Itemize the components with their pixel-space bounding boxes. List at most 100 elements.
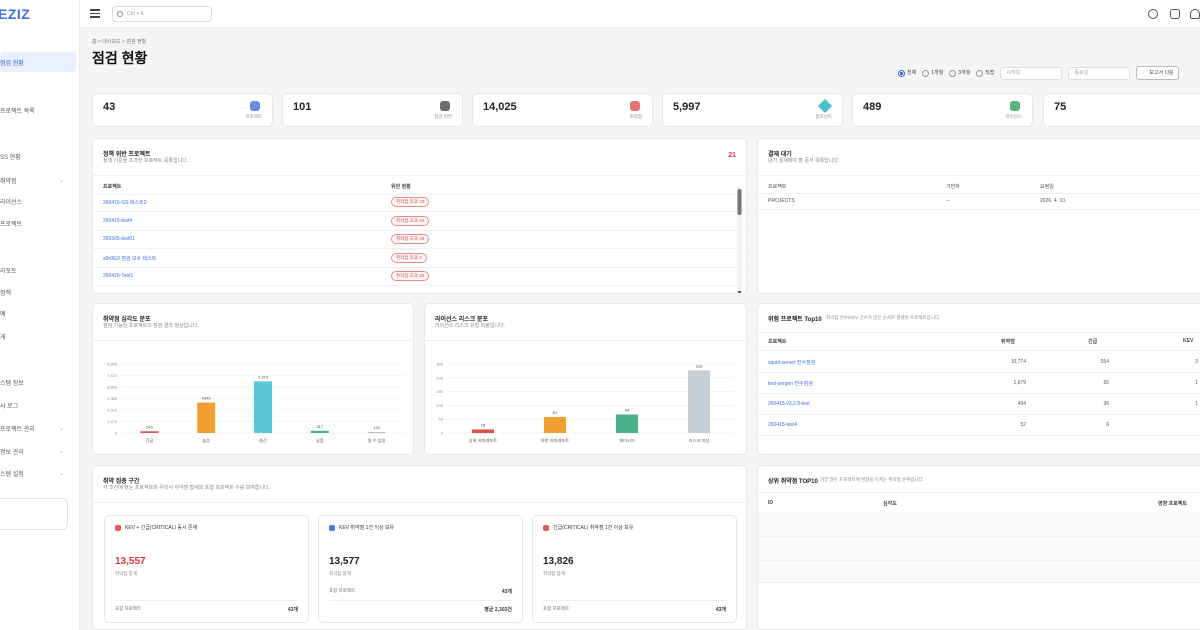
col-critical[interactable]: 긴급 [1088, 338, 1097, 345]
item-count-label: 취약점 합계 [543, 571, 565, 576]
menu-icon[interactable] [90, 9, 100, 18]
card-subtitle: 취약점 건수/KEV 건수가 많은 순서로 정렬된 프로젝트입니다. [826, 315, 941, 320]
report-download-button[interactable]: 보고서 다운 [1136, 66, 1179, 80]
sidebar-item-label: 예 [0, 311, 6, 318]
bar[interactable] [616, 414, 638, 433]
violation-badge: 취약점 초과 20 [391, 234, 430, 244]
col-severity: 심각도 [883, 501, 897, 507]
sidebar-user-box[interactable] [0, 498, 68, 530]
license-bar-chart: 0 50 100 150 200 300 18 상위 카피레프트 81 약한 카피레프트 94 퍼미시… [436, 362, 735, 444]
book-icon[interactable] [1170, 9, 1180, 19]
search-placeholder: Ctrl + K [127, 11, 144, 17]
sidebar-item[interactable]: 점검 현황 [0, 52, 76, 72]
sidebar-item[interactable]: 리포트 [0, 260, 76, 280]
sidebar-item[interactable]: SS 현황 [0, 146, 76, 166]
bar[interactable] [140, 431, 159, 433]
card-subtitle: 가장 많은 프로젝트에 영향을 미치는 취약점 순위입니다. [820, 477, 924, 482]
violation-count: 21 [728, 152, 736, 159]
concentration-item[interactable]: KEV + 긴급(CRITICAL) 동시 존재 13,557 취약점 합계 포함 프… [104, 515, 309, 623]
policy-project-link[interactable]: a9r0ED 점검 보수 테스트 [103, 255, 156, 262]
sidebar-item[interactable]: 예 [0, 303, 76, 323]
sidebar-item-label: 정보 관리 [0, 449, 24, 456]
sidebar-item[interactable]: 게 [0, 326, 76, 346]
vuln-concentration-card: 취약 집중 구간 각 조건에 맞는 프로젝트와 우리서 취약점 합계와 포함 프… [92, 465, 747, 630]
end-date-input[interactable]: 종료일 [1068, 66, 1131, 80]
filter-custom[interactable]: 직접 [976, 69, 994, 77]
filter-1m[interactable]: 1개월 [922, 69, 943, 77]
scrollbar[interactable] [737, 187, 742, 294]
bar[interactable] [197, 402, 216, 433]
y-tick-label: 1,670 [107, 419, 118, 424]
critical-count: 6 [1106, 422, 1109, 428]
sidebar-item[interactable]: 사 로그 [0, 395, 76, 415]
vuln-count: 1,679 [1013, 380, 1026, 386]
stat-card[interactable]: 43 프로젝트 [92, 93, 273, 127]
approval-project[interactable]: PROJECTS [768, 198, 795, 204]
critical-count: 55 [1103, 380, 1109, 386]
y-tick-label: 4,960 [107, 396, 118, 401]
bar[interactable] [310, 430, 329, 433]
y-tick-label: 300 [436, 362, 443, 367]
sidebar-item[interactable]: 취약점 ⌄ [0, 170, 76, 190]
y-tick-label: 3,310 [107, 408, 118, 413]
filter-all[interactable]: 전체 [898, 69, 916, 77]
concentration-item[interactable]: 긴급(CRITICAL) 취약점 1건 이상 보유 13,826 취약점 합계 포함 … [532, 515, 737, 623]
bar[interactable] [688, 370, 710, 433]
sidebar-item[interactable]: 스템 설정 ⌄ [0, 463, 76, 483]
start-date-input[interactable]: 시작일 [1000, 66, 1063, 80]
stat-card[interactable]: 5,997 컴포넌트 [662, 93, 843, 127]
stat-value: 489 [863, 101, 882, 113]
col-status: 위반 현황 [391, 184, 411, 190]
stat-label: 컴포넌트 [815, 114, 832, 119]
filter-3m[interactable]: 3개월 [949, 69, 970, 77]
concentration-item[interactable]: KEV 취약점 1건 이상 보유 13,577 취약점 합계 포함 프로젝트 43개 평균… [318, 515, 523, 623]
item-count-label: 취약점 합계 [115, 571, 137, 576]
project-link[interactable]: squid-server 전수점검 [768, 359, 815, 366]
stat-card[interactable]: 489 라이선스 [852, 93, 1033, 127]
bar-value-label: 94 [625, 407, 630, 412]
sidebar-item[interactable]: 프로젝트 관리 ⌄ [0, 418, 76, 438]
y-tick-label: 7,870 [107, 373, 118, 378]
x-tick-label: 약한 카피레프트 [541, 437, 569, 444]
stat-card[interactable]: 75KEV [1043, 93, 1200, 127]
sidebar-item[interactable]: 프로젝트 [0, 213, 76, 233]
search-input[interactable]: Ctrl + K [112, 6, 212, 22]
project-link[interactable]: 260415-v3.2.8-test [768, 401, 810, 407]
bar[interactable] [544, 417, 566, 433]
item-header: KEV + 긴급(CRITICAL) 동시 존재 [115, 524, 197, 531]
project-link[interactable]: test-sergen 전수점검 [768, 380, 813, 387]
sidebar-item[interactable]: 프로젝트 목록 [0, 100, 76, 120]
violation-badge: 취약점 초과 4 [391, 252, 427, 263]
stat-label: 라이선스 [1005, 114, 1022, 119]
bar[interactable] [367, 432, 386, 434]
sidebar: EZIZ 점검 현황프로젝트 목록 SS 현황취약점 ⌄ 라이선스 프로젝트리포트정책예… [0, 0, 80, 630]
y-tick-label: 9,845 [107, 362, 118, 367]
sidebar-item[interactable]: 정보 관리 ⌄ [0, 441, 76, 461]
policy-project-link[interactable]: 260420-Test1 [103, 273, 133, 279]
app-logo[interactable]: EZIZ [0, 6, 30, 22]
settings-icon[interactable] [1148, 9, 1158, 19]
policy-project-link[interactable]: 260415-test4 [103, 218, 132, 224]
alert-icon [543, 524, 549, 531]
stat-card[interactable]: 101 점검 버전 [282, 93, 463, 127]
bar[interactable] [472, 429, 494, 433]
bell-icon[interactable] [1190, 9, 1200, 19]
card-title: 상위 취약점 TOP10 [768, 479, 818, 485]
policy-project-link[interactable]: 260416-GS 테스트2 [103, 199, 147, 206]
col-vuln[interactable]: 취약점 [1001, 338, 1015, 345]
bar[interactable] [254, 381, 272, 433]
sidebar-item-label: 점검 현황 [0, 60, 24, 67]
kev-count: 1 [1195, 401, 1198, 407]
col-kev[interactable]: KEV [1183, 338, 1193, 344]
sidebar-item[interactable]: 스템 정보 [0, 372, 76, 392]
policy-project-link[interactable]: 260305-test01 [103, 236, 135, 242]
kev-count: 1 [1195, 380, 1198, 386]
foot-value: 43개 [501, 589, 512, 595]
project-link[interactable]: 260415-test4 [768, 422, 797, 428]
table-empty-area [758, 512, 1200, 582]
sidebar-item[interactable]: 정책 [0, 282, 76, 302]
sidebar-item-label: 리포트 [0, 268, 17, 275]
sidebar-item[interactable]: 라이선스 [0, 191, 76, 211]
stat-card[interactable]: 14,025 취약점 [472, 93, 653, 127]
violation-badge: 취약점 초과 20 [391, 197, 430, 207]
